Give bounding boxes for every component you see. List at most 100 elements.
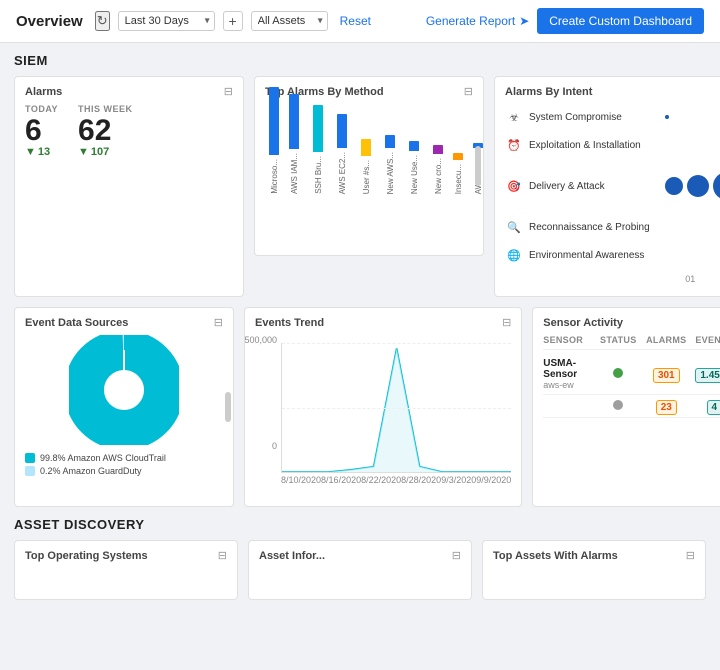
week-arrow-icon: ▼ <box>78 146 89 158</box>
week-stat: THIS WEEK 62 ▼ 107 <box>78 104 133 158</box>
trend-x-label: 8/10/2020 <box>281 475 321 485</box>
alarms-intent-header: Alarms By Intent ⊟ <box>505 85 720 98</box>
today-value: 6 <box>25 116 58 146</box>
add-filter-button[interactable]: + <box>223 11 243 31</box>
asset-card-1-header: Top Operating Systems ⊟ <box>25 549 227 562</box>
intent-icon: 🎯 <box>505 177 523 195</box>
week-sub-value: 107 <box>91 146 109 158</box>
intent-row: ☣System Compromise <box>505 108 720 126</box>
asset-card-2-header: Asset Infor... ⊟ <box>259 549 461 562</box>
today-stat: TODAY 6 ▼ 13 <box>25 104 58 158</box>
bubble <box>665 115 669 119</box>
bar-label: New Use... <box>410 155 419 194</box>
alarms-stats: TODAY 6 ▼ 13 THIS WEEK 62 ▼ 107 <box>25 104 233 158</box>
legend-dot-2 <box>25 466 35 476</box>
asset-discovery-title: ASSET DISCOVERY <box>14 517 706 532</box>
scrollbar-sources[interactable] <box>225 392 231 422</box>
asset-card-2: Asset Infor... ⊟ <box>248 540 472 600</box>
bubble <box>713 172 720 200</box>
status-dot-green-1 <box>613 368 623 378</box>
sensor-alarms-1: 301 <box>644 367 688 381</box>
refresh-button[interactable]: ↻ <box>95 11 110 31</box>
asset-card-3-header: Top Assets With Alarms ⊟ <box>493 549 695 562</box>
bar-label: AWS EC2... <box>338 152 347 194</box>
event-sources-filter-icon[interactable]: ⊟ <box>214 316 223 329</box>
bar-chart: Microso...AWS IAM...SSH Bru...AWS EC2...… <box>265 104 473 194</box>
trend-chart <box>281 343 511 473</box>
siem-top-row: Alarms ⊟ TODAY 6 ▼ 13 THIS WEEK 62 ▼ <box>14 76 706 297</box>
status-dot-gray-2 <box>613 400 623 410</box>
sensor-events-2: 4 <box>692 399 720 413</box>
bar-label: AWS IAM... <box>290 153 299 194</box>
reset-link[interactable]: Reset <box>340 14 371 28</box>
bar-group: New AWS... <box>381 135 399 194</box>
intent-chart: ☣System Compromise ⏰Exploitation & Instal… <box>505 104 720 288</box>
asset-card-1-filter-icon[interactable]: ⊟ <box>218 549 227 562</box>
intent-label: Reconnaissance & Probing <box>529 222 659 233</box>
pie-area: 99.8% Amazon AWS CloudTrail 0.2% Amazon … <box>25 335 223 476</box>
alarms-filter-icon[interactable]: ⊟ <box>224 85 233 98</box>
top-alarms-card: Top Alarms By Method ⊟ Microso...AWS IAM… <box>254 76 484 256</box>
bar-label: User #s... <box>362 160 371 194</box>
bar-group: New Use... <box>405 141 423 194</box>
scrollbar[interactable] <box>475 146 481 186</box>
bar <box>409 141 419 151</box>
page-title: Overview <box>16 13 83 30</box>
date-filter-wrap: Last 30 Days Last 7 Days Last 24 Hours <box>118 11 215 31</box>
create-dashboard-button[interactable]: Create Custom Dashboard <box>537 8 704 34</box>
pie-legend: 99.8% Amazon AWS CloudTrail 0.2% Amazon … <box>25 453 223 476</box>
asset-card-2-title: Asset Infor... <box>259 550 325 562</box>
bar <box>361 139 371 156</box>
bar <box>453 153 463 160</box>
trend-x-label: 9/9/2020 <box>476 475 511 485</box>
asset-discovery-row: Top Operating Systems ⊟ Asset Infor... ⊟… <box>14 540 706 600</box>
sensor-table-header: SENSOR STATUS ALARMS EVENTS <box>543 335 720 350</box>
week-label: THIS WEEK <box>78 104 133 114</box>
bar <box>385 135 395 148</box>
events-trend-filter-icon[interactable]: ⊟ <box>502 316 511 329</box>
trend-x-label: 9/3/2020 <box>441 475 476 485</box>
event-sources-header: Event Data Sources ⊟ <box>25 316 223 329</box>
asset-card-2-filter-icon[interactable]: ⊟ <box>452 549 461 562</box>
today-label: TODAY <box>25 104 58 114</box>
axis-label: 01 <box>661 274 719 284</box>
asset-card-3-filter-icon[interactable]: ⊟ <box>686 549 695 562</box>
sensor-name-1: USMA-Sensor aws-ew <box>543 358 592 390</box>
alarms-intent-card: Alarms By Intent ⊟ ☣System Compromise ⏰Ex… <box>494 76 720 297</box>
bubble <box>665 177 683 195</box>
legend-item-1: 99.8% Amazon AWS CloudTrail <box>25 453 223 463</box>
trend-y-max: 500,000 <box>244 335 277 345</box>
events-badge-1: 1.45M <box>695 368 720 383</box>
sensor-events-1: 1.45M <box>692 367 720 381</box>
today-arrow-icon: ▼ <box>25 146 36 158</box>
asset-filter-select[interactable]: All Assets <box>251 11 328 31</box>
alarms-card: Alarms ⊟ TODAY 6 ▼ 13 THIS WEEK 62 ▼ <box>14 76 244 297</box>
alarms-badge-1: 301 <box>653 368 680 383</box>
sensor-row-2: 23 4 <box>543 395 720 418</box>
intent-row: ⏰Exploitation & Installation <box>505 136 720 154</box>
intent-row: 🌐Environmental Awareness <box>505 246 720 264</box>
bar-group: User #s... <box>357 139 375 194</box>
intent-bubbles <box>665 115 720 119</box>
top-alarms-filter-icon[interactable]: ⊟ <box>464 85 473 98</box>
sensor-col-events: EVENTS <box>692 335 720 345</box>
sensor-name-main-1: USMA-Sensor <box>543 358 592 380</box>
bar-label: New AWS... <box>386 152 395 194</box>
legend-label-2: 0.2% Amazon GuardDuty <box>40 466 142 476</box>
intent-label: System Compromise <box>529 112 659 123</box>
sensor-name-sub-1: aws-ew <box>543 380 592 390</box>
bar-label: Microso... <box>270 159 279 194</box>
sensor-row-1: USMA-Sensor aws-ew 301 1.45M <box>543 354 720 395</box>
trend-chart-inner: 8/10/20208/16/20208/22/20208/28/20209/3/… <box>281 335 511 487</box>
today-sub: ▼ 13 <box>25 146 58 158</box>
legend-dot-1 <box>25 453 35 463</box>
generate-report-button[interactable]: Generate Report ➤ <box>426 14 529 28</box>
bar-group: Insecu... <box>453 153 463 194</box>
sensor-activity-title: Sensor Activity <box>543 317 623 329</box>
week-sub: ▼ 107 <box>78 146 133 158</box>
asset-filter-wrap: All Assets <box>251 11 328 31</box>
intent-label: Delivery & Attack <box>529 181 659 192</box>
date-filter-select[interactable]: Last 30 Days Last 7 Days Last 24 Hours <box>118 11 215 31</box>
intent-icon: ⏰ <box>505 136 523 154</box>
alarms-badge-2: 23 <box>656 400 677 415</box>
